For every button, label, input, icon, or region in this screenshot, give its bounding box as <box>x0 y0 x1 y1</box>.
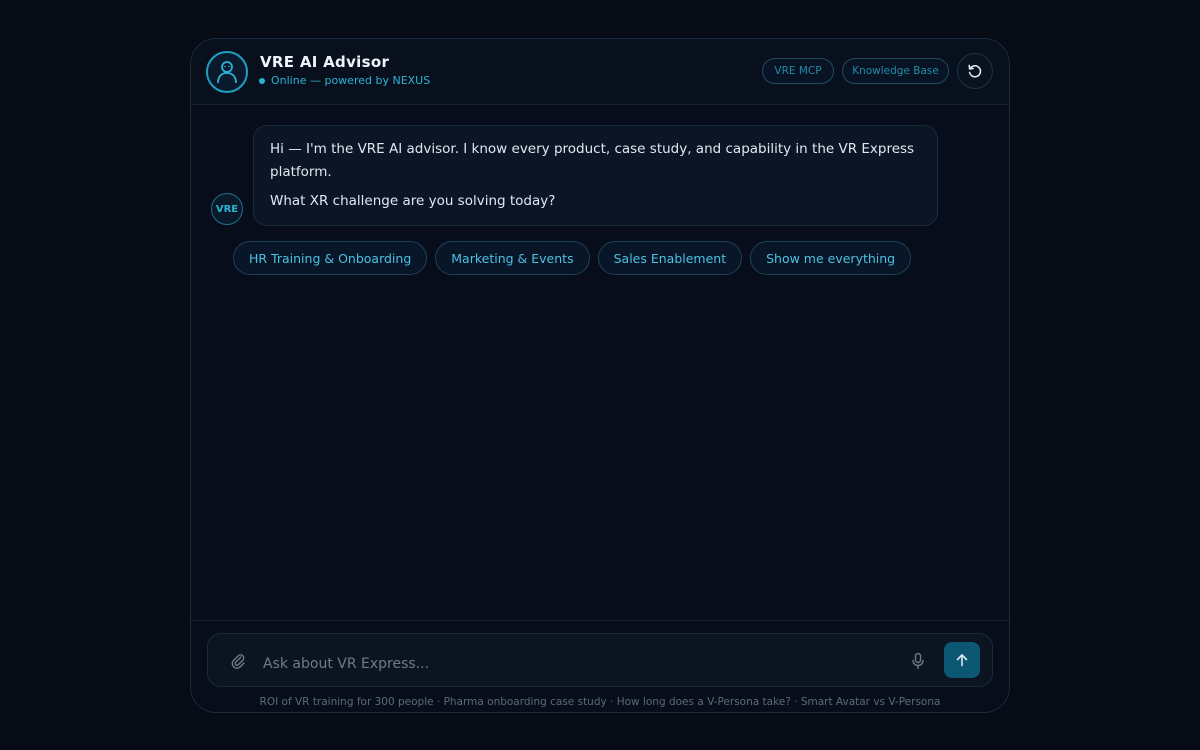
chip-show-everything[interactable]: Show me everything <box>750 241 912 275</box>
knowledge-base-badge[interactable]: Knowledge Base <box>842 58 949 84</box>
message-line: Hi — I'm the VRE AI advisor. I know ever… <box>270 141 915 180</box>
vre-mcp-badge[interactable]: VRE MCP <box>762 58 834 84</box>
chat-panel: VRE AI Advisor Online — powered by NEXUS… <box>190 38 1010 713</box>
chip-marketing-events[interactable]: Marketing & Events <box>435 241 590 275</box>
bot-avatar: VRE <box>211 193 243 225</box>
suggested-prompts[interactable]: ROI of VR training for 300 people · Phar… <box>191 696 1009 708</box>
send-button[interactable] <box>944 642 980 678</box>
chat-header: VRE AI Advisor Online — powered by NEXUS… <box>191 39 1009 105</box>
attach-button[interactable] <box>228 651 248 671</box>
message-composer <box>207 633 993 687</box>
composer-divider <box>191 620 1009 621</box>
status-text: Online — powered by NEXUS <box>271 74 431 87</box>
assistant-message-bubble: Hi — I'm the VRE AI advisor. I know ever… <box>253 125 938 226</box>
chip-hr-training[interactable]: HR Training & Onboarding <box>233 241 428 275</box>
online-status: Online — powered by NEXUS <box>259 74 430 87</box>
microphone-icon <box>912 652 924 670</box>
refresh-button[interactable] <box>957 53 993 89</box>
advisor-avatar <box>206 51 248 93</box>
chip-sales-enablement[interactable]: Sales Enablement <box>597 241 743 275</box>
refresh-icon <box>968 64 982 78</box>
ask-input[interactable] <box>263 652 893 676</box>
message-line: What XR challenge are you solving today? <box>270 193 556 209</box>
arrow-up-icon <box>956 654 968 667</box>
page-title: VRE AI Advisor <box>260 53 390 71</box>
status-dot-icon <box>259 77 265 84</box>
quick-reply-chips: HR Training & Onboarding Marketing & Eve… <box>233 241 912 275</box>
paperclip-icon <box>231 654 245 669</box>
user-icon <box>217 61 237 84</box>
voice-input-button[interactable] <box>908 651 928 671</box>
